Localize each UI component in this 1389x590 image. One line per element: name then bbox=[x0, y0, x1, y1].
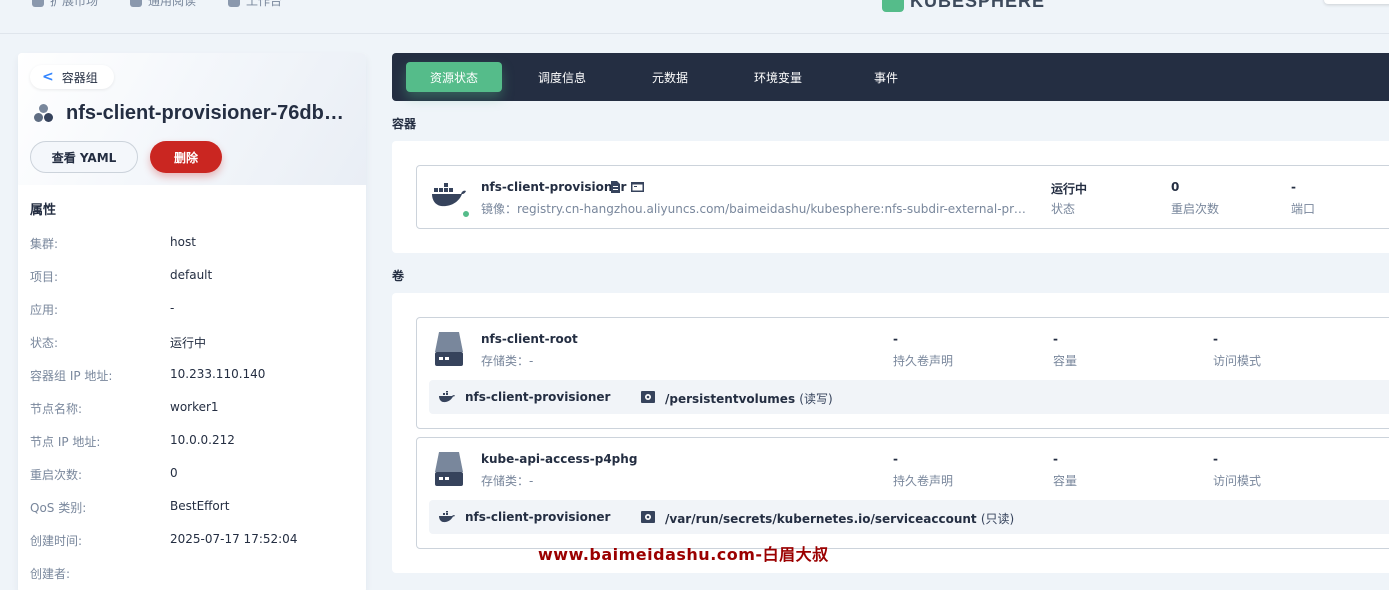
attr-row-app: 应用: - bbox=[30, 301, 175, 317]
mount-path: /persistentvolumes (读写) bbox=[665, 392, 833, 406]
container-restarts-value: 0 bbox=[1171, 180, 1180, 194]
terminal-icon[interactable] bbox=[631, 181, 644, 193]
attr-row-node-name: 节点名称: worker1 bbox=[30, 400, 219, 416]
container-ports-value: - bbox=[1291, 180, 1296, 194]
containers-panel: nfs-client-provisioner 镜像：registry.cn-ha… bbox=[392, 141, 1389, 253]
file-log-icon[interactable] bbox=[609, 181, 621, 193]
attr-row-pod-ip: 容器组 IP 地址: 10.233.110.140 bbox=[30, 367, 266, 383]
kubesphere-logo[interactable]: KUBESPHERE bbox=[882, 0, 1045, 12]
attributes-title: 属性 bbox=[30, 203, 57, 218]
volume-name: kube-api-access-p4phg bbox=[481, 452, 638, 466]
mount-path: /var/run/secrets/kubernetes.io/serviceac… bbox=[665, 512, 1015, 526]
chevron-left-icon: < bbox=[42, 69, 54, 85]
container-name[interactable]: nfs-client-provisioner bbox=[481, 180, 626, 194]
volumes-section-title: 卷 bbox=[392, 269, 405, 283]
docker-icon bbox=[432, 183, 466, 207]
user-profile-menu[interactable] bbox=[1324, 0, 1389, 4]
nav-item-reading[interactable]: 通用阅读 bbox=[130, 0, 196, 9]
attr-row-creator: 创建者: bbox=[30, 567, 71, 581]
container-restarts-label: 重启次数 bbox=[1171, 202, 1220, 216]
tab-events[interactable]: 事件 bbox=[838, 62, 934, 92]
detail-tabs: 资源状态 调度信息 元数据 环境变量 事件 bbox=[392, 53, 1389, 101]
volume-pvc-value: - bbox=[893, 332, 898, 346]
tab-environment-variables[interactable]: 环境变量 bbox=[730, 62, 826, 92]
mount-container-name: nfs-client-provisioner bbox=[465, 390, 611, 404]
tab-metadata[interactable]: 元数据 bbox=[622, 62, 718, 92]
extensions-icon bbox=[32, 0, 44, 7]
view-yaml-button[interactable]: 查看 YAML bbox=[30, 141, 138, 173]
container-ports-label: 端口 bbox=[1291, 202, 1316, 216]
pod-title: nfs-client-provisioner-76dbd5... bbox=[34, 102, 356, 125]
containers-section-title: 容器 bbox=[392, 117, 417, 131]
volume-storage-class: 存储类：- bbox=[481, 474, 534, 488]
volume-capacity-label: 容量 bbox=[1053, 354, 1078, 368]
mount-container-name: nfs-client-provisioner bbox=[465, 510, 611, 524]
pod-name: nfs-client-provisioner-76dbd5... bbox=[66, 102, 356, 124]
disk-icon bbox=[435, 332, 463, 366]
volume-mount-row: nfs-client-provisioner /var/run/secrets/… bbox=[429, 500, 1389, 534]
nav-item-workbench[interactable]: 工作台 bbox=[228, 0, 282, 9]
volume-access-value: - bbox=[1213, 332, 1218, 346]
container-status-label: 状态 bbox=[1051, 202, 1076, 216]
attr-row-node-ip: 节点 IP 地址: 10.0.0.212 bbox=[30, 433, 235, 449]
watermark: www.baimeidashu.com-白眉大叔 bbox=[538, 545, 829, 564]
volume-pvc-value: - bbox=[893, 452, 898, 466]
pod-icon bbox=[34, 103, 54, 124]
top-navigation: 扩展市场 通用阅读 工作台 KUBESPHERE bbox=[0, 0, 1389, 34]
sidebar-header: < 容器组 nfs-client-provisioner-76dbd5... 查… bbox=[18, 53, 366, 185]
attr-row-created-time: 创建时间: 2025-07-17 17:52:04 bbox=[30, 532, 298, 548]
nav-item-extensions[interactable]: 扩展市场 bbox=[32, 0, 98, 9]
mount-path-icon bbox=[641, 511, 655, 523]
volume-pvc-label: 持久卷声明 bbox=[893, 474, 954, 488]
pod-detail-sidebar: < 容器组 nfs-client-provisioner-76dbd5... 查… bbox=[18, 53, 366, 590]
attr-row-qos: QoS 类别: BestEffort bbox=[30, 499, 230, 515]
mount-path-icon bbox=[641, 391, 655, 403]
container-image: 镜像：registry.cn-hangzhou.aliyuncs.com/bai… bbox=[481, 202, 1027, 216]
volume-storage-class: 存储类：- bbox=[481, 354, 534, 368]
container-card[interactable]: nfs-client-provisioner 镜像：registry.cn-ha… bbox=[416, 165, 1389, 229]
attr-row-restarts: 重启次数: 0 bbox=[30, 466, 178, 482]
docker-icon bbox=[439, 391, 455, 403]
tab-scheduling-info[interactable]: 调度信息 bbox=[514, 62, 610, 92]
volumes-panel: nfs-client-root 存储类：- - 持久卷声明 - 容量 - 访问模… bbox=[392, 293, 1389, 573]
reading-icon bbox=[130, 0, 142, 7]
volume-access-label: 访问模式 bbox=[1213, 354, 1262, 368]
attributes-list: 集群: host 项目: default 应用: - 状态: 运行中 容器组 IP 地址… bbox=[30, 235, 350, 590]
disk-icon bbox=[435, 452, 463, 486]
attr-row-cluster: 集群: host bbox=[30, 235, 196, 251]
tab-resource-status[interactable]: 资源状态 bbox=[406, 62, 502, 92]
workbench-icon bbox=[228, 0, 240, 7]
kubesphere-logo-icon bbox=[882, 0, 904, 12]
back-button[interactable]: < 容器组 bbox=[30, 65, 114, 89]
volume-pvc-label: 持久卷声明 bbox=[893, 354, 954, 368]
volume-capacity-value: - bbox=[1053, 452, 1058, 466]
running-status-dot bbox=[462, 210, 470, 218]
attr-row-status: 状态: 运行中 bbox=[30, 336, 207, 350]
volume-name: nfs-client-root bbox=[481, 332, 578, 346]
volume-card-kube-api-access[interactable]: kube-api-access-p4phg 存储类：- - 持久卷声明 - 容量… bbox=[416, 437, 1389, 549]
volume-capacity-value: - bbox=[1053, 332, 1058, 346]
attr-row-project: 项目: default bbox=[30, 268, 213, 284]
docker-icon bbox=[439, 511, 455, 523]
volume-capacity-label: 容量 bbox=[1053, 474, 1078, 488]
volume-card-nfs-client-root[interactable]: nfs-client-root 存储类：- - 持久卷声明 - 容量 - 访问模… bbox=[416, 317, 1389, 429]
volume-access-label: 访问模式 bbox=[1213, 474, 1262, 488]
delete-button[interactable]: 删除 bbox=[150, 141, 222, 173]
volume-access-value: - bbox=[1213, 452, 1218, 466]
volume-mount-row: nfs-client-provisioner /persistentvolume… bbox=[429, 380, 1389, 414]
container-status-value: 运行中 bbox=[1051, 182, 1088, 196]
